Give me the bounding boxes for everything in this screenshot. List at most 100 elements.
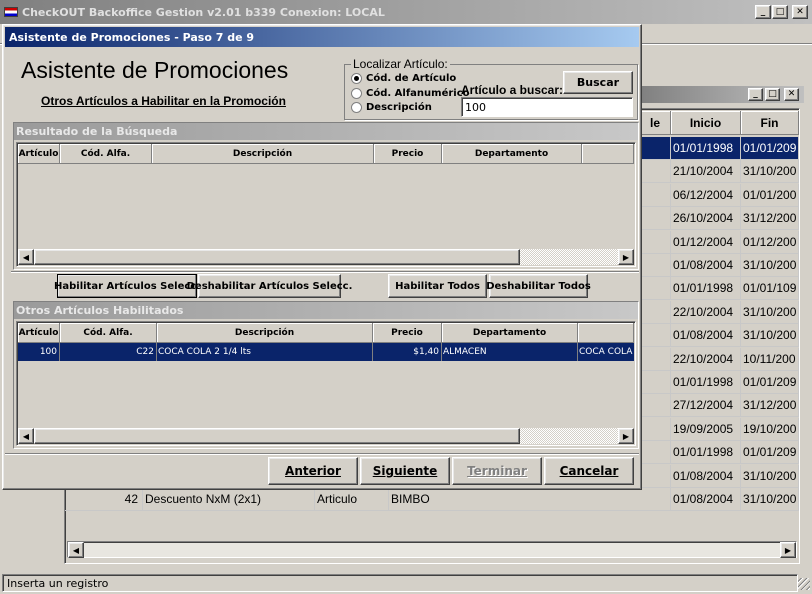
locate-legend: Localizar Artículo:: [351, 57, 450, 71]
cell-fin: 01/01/109: [741, 277, 799, 300]
cell-fin: 01/01/200: [741, 183, 799, 206]
col-departamento[interactable]: Departamento: [442, 323, 578, 343]
scroll-right-icon[interactable]: ▶: [780, 542, 796, 558]
cell-extra: COCA COLA: [579, 347, 633, 357]
cell-inicio: 01/08/2004: [671, 324, 741, 347]
status-text: Inserta un registro: [7, 576, 109, 590]
enable-all-button[interactable]: Habilitar Todos: [388, 274, 487, 298]
radio-checked-icon[interactable]: [351, 73, 362, 84]
enabled-grid-header: Artículo Cód. Alfa. Descripción Precio D…: [18, 323, 634, 343]
scroll-left-icon[interactable]: ◀: [18, 249, 34, 265]
button-row-divider: [11, 271, 639, 273]
scroll-left-icon[interactable]: ◀: [18, 428, 34, 444]
app-icon: [4, 7, 18, 17]
col-articulo[interactable]: Artículo: [18, 144, 60, 164]
cell-fin: 31/10/200: [741, 464, 799, 487]
cell-inicio: 01/01/1998: [671, 371, 741, 393]
bg-col-fin[interactable]: Fin: [741, 111, 799, 135]
cell-inicio: 06/12/2004: [671, 183, 741, 206]
siguiente-button[interactable]: Siguiente: [360, 457, 450, 485]
anterior-button[interactable]: Anterior: [268, 457, 358, 485]
status-bar: Inserta un registro: [2, 574, 798, 592]
cell-inicio: 01/08/2004: [671, 488, 741, 510]
cell-fin: 31/12/200: [741, 394, 799, 417]
col-precio[interactable]: Precio: [374, 144, 442, 164]
buscar-button[interactable]: Buscar: [563, 71, 633, 94]
table-row[interactable]: 100 C22 COCA COLA 2 1/4 lts $1,40 ALMACE…: [18, 343, 634, 361]
col-descripcion[interactable]: Descripción: [152, 144, 374, 164]
col-precio[interactable]: Precio: [373, 323, 442, 343]
disable-all-button[interactable]: Deshabilitar Todos: [486, 274, 591, 298]
cell-fin: 31/10/200: [741, 324, 799, 347]
col-descripcion[interactable]: Descripción: [157, 323, 373, 343]
cell-fin: 31/10/200: [741, 160, 799, 183]
close-icon[interactable]: ✕: [792, 5, 808, 19]
radio-cod-alfanumerico[interactable]: Cód. Alfanumérico: [351, 88, 470, 99]
maximize-icon[interactable]: □: [772, 5, 788, 19]
table-row[interactable]: 42 Descuento NxM (2x1) Articulo BIMBO 01/08/…: [65, 488, 799, 511]
results-grid[interactable]: Artículo Cód. Alfa. Descripción Precio D…: [16, 142, 636, 267]
cell-desc: Descuento NxM (2x1): [143, 488, 315, 510]
cell-fin: 19/10/200: [741, 417, 799, 440]
enabled-horizontal-scrollbar[interactable]: ◀ ▶: [18, 428, 634, 444]
cell-inicio: 22/10/2004: [671, 347, 741, 370]
scroll-left-icon[interactable]: ◀: [68, 542, 84, 558]
cell-inicio: 01/08/2004: [671, 464, 741, 487]
cell-inicio: 01/08/2004: [671, 254, 741, 276]
cell-descripcion: COCA COLA 2 1/4 lts: [157, 343, 373, 361]
scroll-right-icon[interactable]: ▶: [618, 249, 634, 265]
scroll-thumb[interactable]: [34, 428, 520, 444]
cell-inicio: 01/01/1998: [671, 441, 741, 464]
main-title-bar: CheckOUT Backoffice Gestion v2.01 b339 C…: [0, 0, 812, 24]
cell-fin: 10/11/200: [741, 347, 799, 370]
minimize-icon[interactable]: _: [755, 5, 771, 19]
cell-fin: 01/12/200: [741, 230, 799, 253]
main-window-title: CheckOUT Backoffice Gestion v2.01 b339 C…: [22, 5, 385, 19]
child-close-icon[interactable]: ✕: [784, 88, 799, 101]
cell-fin: 01/01/209: [741, 441, 799, 464]
radio-descripcion[interactable]: Descripción: [351, 102, 432, 113]
col-articulo[interactable]: Artículo: [18, 323, 60, 343]
results-horizontal-scrollbar[interactable]: ◀ ▶: [18, 249, 634, 265]
col-cod-alfa[interactable]: Cód. Alfa.: [60, 144, 152, 164]
cell-fin: 31/10/200: [741, 254, 799, 276]
cell-inicio: 22/10/2004: [671, 300, 741, 323]
search-input[interactable]: 100: [461, 97, 633, 117]
col-departamento[interactable]: Departamento: [442, 144, 582, 164]
wizard-subheading: Otros Artículos a Habilitar en la Promoc…: [41, 94, 286, 108]
radio-unchecked-icon[interactable]: [351, 102, 362, 113]
search-label: Artículo a buscar:: [461, 83, 564, 97]
enable-selected-button[interactable]: Habilitar Artículos Selecc.: [54, 274, 200, 298]
cell-fin: 31/10/200: [741, 300, 799, 323]
scroll-right-icon[interactable]: ▶: [618, 428, 634, 444]
enabled-group: Otros Artículos Habilitados Artículo Cód…: [13, 301, 639, 449]
col-cod-alfa[interactable]: Cód. Alfa.: [60, 323, 157, 343]
promo-wizard-dialog: Asistente de Promociones - Paso 7 de 9 A…: [2, 24, 642, 490]
col-extra[interactable]: [578, 323, 634, 343]
wizard-heading: Asistente de Promociones: [21, 57, 289, 83]
radio-label: Cód. Alfanumérico: [366, 88, 470, 99]
results-grid-header: Artículo Cód. Alfa. Descripción Precio D…: [18, 144, 634, 164]
cell-inicio: 01/12/2004: [671, 230, 741, 253]
scroll-thumb[interactable]: [34, 249, 520, 265]
dialog-title-bar: Asistente de Promociones - Paso 7 de 9: [5, 27, 639, 47]
dialog-title: Asistente de Promociones - Paso 7 de 9: [9, 30, 255, 44]
disable-selected-button[interactable]: Deshabilitar Artículos Selecc.: [187, 274, 352, 298]
bg-horizontal-scrollbar[interactable]: ◀ ▶: [67, 541, 797, 558]
cell-articulo: 100: [18, 343, 60, 361]
child-maximize-icon[interactable]: □: [765, 88, 780, 101]
radio-cod-articulo[interactable]: Cód. de Artículo: [351, 73, 456, 84]
results-group: Resultado de la Búsqueda Artículo Cód. A…: [13, 122, 639, 270]
col-extra[interactable]: [582, 144, 634, 164]
cell-num: 42: [65, 488, 143, 510]
resize-grip-icon[interactable]: [798, 578, 810, 590]
cell-inicio: 26/10/2004: [671, 207, 741, 230]
enabled-grid[interactable]: Artículo Cód. Alfa. Descripción Precio D…: [16, 321, 636, 446]
cancelar-button[interactable]: Cancelar: [544, 457, 634, 485]
radio-label: Cód. de Artículo: [366, 73, 457, 84]
radio-unchecked-icon[interactable]: [351, 88, 362, 99]
bg-col-inicio[interactable]: Inicio: [671, 111, 741, 135]
child-minimize-icon[interactable]: _: [748, 88, 763, 101]
terminar-button[interactable]: Terminar: [452, 457, 542, 485]
cell-precio: $1,40: [373, 343, 442, 361]
